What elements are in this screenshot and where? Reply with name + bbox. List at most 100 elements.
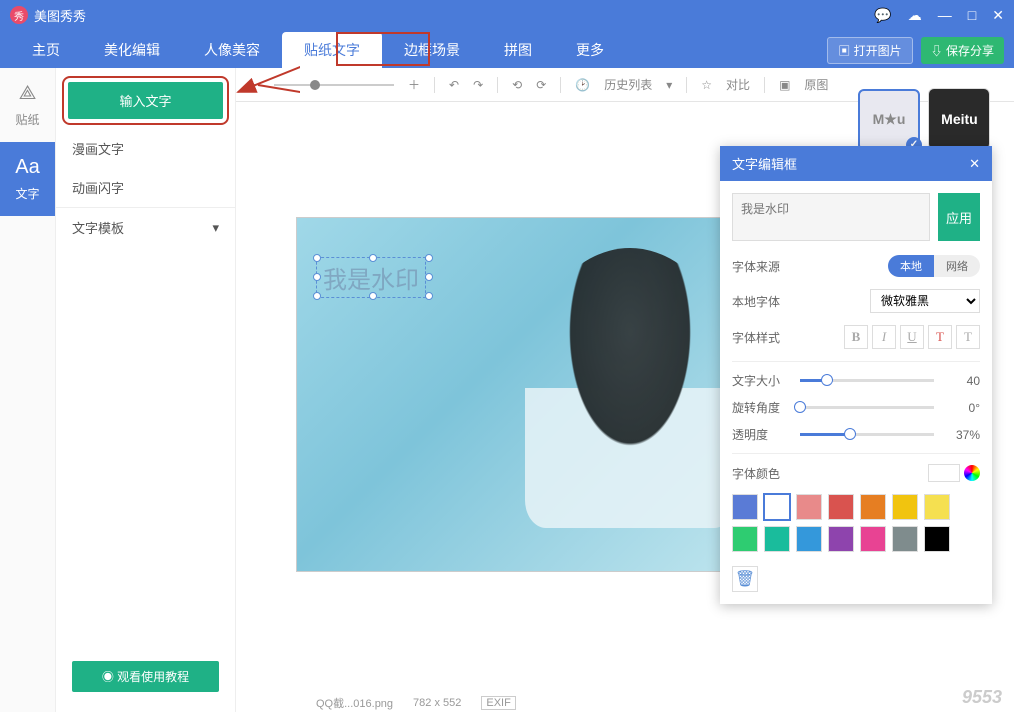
tab-beautify[interactable]: 美化编辑 (82, 32, 182, 68)
color-swatch[interactable] (764, 494, 790, 520)
style-color2[interactable]: T (956, 325, 980, 349)
tab-frame[interactable]: 边框场景 (382, 32, 482, 68)
close-icon[interactable]: ✕ (992, 7, 1004, 24)
redo-icon[interactable]: ⟳ (536, 78, 546, 92)
color-swatch[interactable] (924, 494, 950, 520)
tutorial-button[interactable]: ◉ 观看使用教程 (72, 661, 219, 692)
opacity-slider[interactable] (800, 433, 934, 436)
popup-header[interactable]: 文字编辑框 ✕ (720, 146, 992, 181)
history-button[interactable]: 历史列表 (604, 76, 652, 93)
rail-sticker[interactable]: ⟁ 贴纸 (0, 68, 55, 142)
side-item-templates[interactable]: 文字模板 ▾ (56, 207, 235, 247)
color-label: 字体颜色 (732, 465, 790, 482)
app-logo-icon: 秀 (10, 6, 28, 24)
rotate-right-icon[interactable]: ↷ (473, 78, 483, 92)
resize-handle[interactable] (425, 273, 433, 281)
resize-handle[interactable] (313, 292, 321, 300)
text-input[interactable] (732, 193, 930, 241)
seg-local[interactable]: 本地 (888, 255, 934, 277)
undo-icon[interactable]: ⟲ (512, 78, 522, 92)
color-swatch[interactable] (892, 526, 918, 552)
delete-button[interactable]: 🗑 (732, 566, 758, 592)
zoom-in-icon[interactable]: ＋ (408, 76, 420, 93)
zoom-slider[interactable] (274, 84, 394, 86)
rotate-slider[interactable] (800, 406, 934, 409)
color-swatch[interactable] (732, 494, 758, 520)
resize-handle[interactable] (313, 273, 321, 281)
exif-button[interactable]: EXIF (481, 696, 515, 710)
text-edit-popup: 文字编辑框 ✕ 应用 字体来源 本地 网络 本地字体 微软雅黑 字体样式 B I… (720, 146, 992, 604)
size-value: 40 (944, 374, 980, 388)
chat-icon[interactable]: 💬 (874, 7, 891, 24)
tab-collage[interactable]: 拼图 (482, 32, 554, 68)
opacity-value: 37% (944, 428, 980, 442)
resize-handle[interactable] (369, 292, 377, 300)
resize-handle[interactable] (369, 254, 377, 262)
resize-handle[interactable] (425, 254, 433, 262)
dropdown-icon[interactable]: ☁ (908, 7, 922, 24)
status-bar: QQ截...016.png 782 x 552 EXIF (236, 694, 1014, 712)
local-font-label: 本地字体 (732, 293, 790, 310)
seg-network[interactable]: 网络 (934, 255, 980, 277)
original-button[interactable]: 原图 (804, 76, 828, 93)
maximize-icon[interactable]: □ (968, 7, 976, 23)
font-select[interactable]: 微软雅黑 (870, 289, 980, 313)
resize-handle[interactable] (425, 292, 433, 300)
thumb-item[interactable]: M★u (858, 89, 920, 151)
thumb-item[interactable]: Meitu (928, 88, 990, 150)
side-panel: 输入文字 漫画文字 动画闪字 文字模板 ▾ ◉ 观看使用教程 (56, 68, 236, 712)
side-item-comic[interactable]: 漫画文字 (56, 129, 235, 168)
side-item-anim[interactable]: 动画闪字 (56, 168, 235, 207)
left-rail: ⟁ 贴纸 Aa 文字 (0, 68, 56, 712)
save-share-button[interactable]: ⇩ 保存分享 (921, 37, 1004, 64)
color-swatch[interactable] (924, 526, 950, 552)
tab-sticker-text[interactable]: 贴纸文字 (282, 32, 382, 68)
main-tabs: 主页 美化编辑 人像美容 贴纸文字 边框场景 拼图 更多 ▣ 打开图片 ⇩ 保存… (0, 30, 1014, 68)
color-preview[interactable] (928, 464, 960, 482)
color-picker-icon[interactable] (964, 465, 980, 481)
rotate-value: 0° (944, 401, 980, 415)
tab-more[interactable]: 更多 (554, 32, 626, 68)
rail-text[interactable]: Aa 文字 (0, 142, 55, 216)
color-swatch[interactable] (796, 526, 822, 552)
titlebar: 秀 美图秀秀 💬 ☁ — □ ✕ (0, 0, 1014, 30)
color-swatch[interactable] (796, 494, 822, 520)
color-swatches (732, 494, 980, 552)
style-underline[interactable]: U (900, 325, 924, 349)
size-label: 文字大小 (732, 372, 790, 389)
open-image-button[interactable]: ▣ 打开图片 (827, 37, 912, 64)
chevron-down-icon: ▾ (212, 220, 219, 236)
text-icon: Aa (15, 156, 39, 179)
star-icon: ☆ (701, 78, 712, 92)
font-source-label: 字体来源 (732, 258, 790, 275)
size-slider[interactable] (800, 379, 934, 382)
popup-close-icon[interactable]: ✕ (969, 156, 980, 172)
color-swatch[interactable] (764, 526, 790, 552)
rotate-left-icon[interactable]: ↶ (449, 78, 459, 92)
style-color1[interactable]: T (928, 325, 952, 349)
style-italic[interactable]: I (872, 325, 896, 349)
compare-button[interactable]: 对比 (726, 76, 750, 93)
zoom-out-icon[interactable]: － (248, 76, 260, 93)
color-swatch[interactable] (860, 494, 886, 520)
image-icon: ▣ (779, 78, 790, 92)
history-chevron-icon[interactable]: ▾ (666, 78, 672, 92)
color-swatch[interactable] (828, 494, 854, 520)
color-swatch[interactable] (732, 526, 758, 552)
status-dims: 782 x 552 (413, 697, 461, 709)
popup-title: 文字编辑框 (732, 154, 797, 173)
color-swatch[interactable] (892, 494, 918, 520)
apply-button[interactable]: 应用 (938, 193, 980, 241)
color-swatch[interactable] (860, 526, 886, 552)
color-swatch[interactable] (828, 526, 854, 552)
rotate-label: 旋转角度 (732, 399, 790, 416)
tab-home[interactable]: 主页 (10, 32, 82, 68)
style-bold[interactable]: B (844, 325, 868, 349)
font-style-label: 字体样式 (732, 329, 790, 346)
tab-portrait[interactable]: 人像美容 (182, 32, 282, 68)
minimize-icon[interactable]: — (938, 7, 952, 23)
input-text-button[interactable]: 输入文字 (68, 82, 223, 119)
resize-handle[interactable] (313, 254, 321, 262)
font-source-segment: 本地 网络 (888, 255, 980, 277)
thumbnail-rail: M★u Meitu (856, 86, 996, 153)
